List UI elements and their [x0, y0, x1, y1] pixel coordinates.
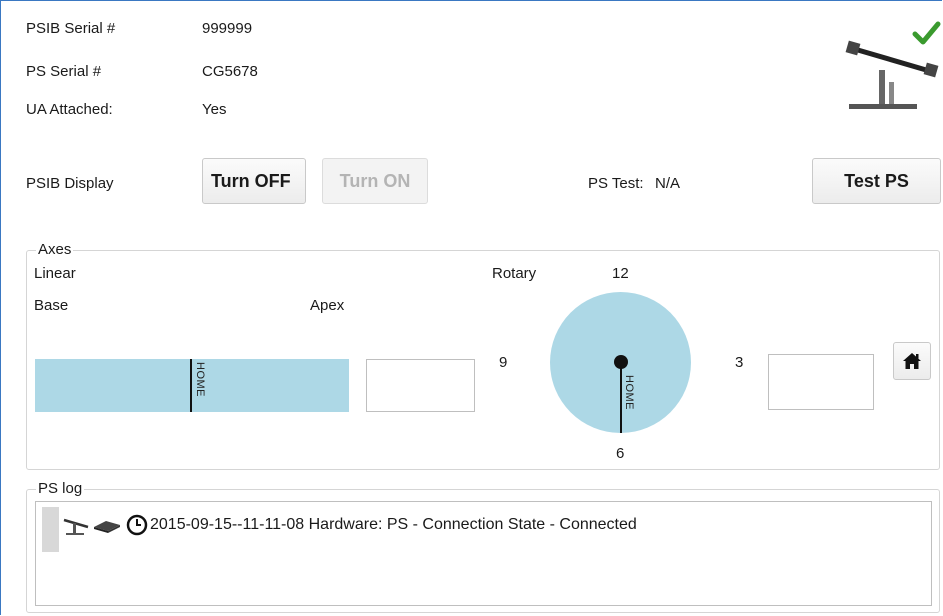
dial-6-label: 6 — [616, 445, 625, 462]
linear-axis-bar[interactable] — [35, 359, 349, 412]
rotary-position-input[interactable] — [768, 354, 874, 410]
linear-home-label: HOME — [194, 362, 206, 397]
dial-3-label: 3 — [735, 354, 744, 371]
ps-serial-label: PS Serial # — [26, 63, 102, 80]
psib-display-label: PSIB Display — [26, 175, 114, 192]
psib-serial-value: 999999 — [202, 20, 253, 37]
apex-label: Apex — [310, 297, 345, 314]
rotary-label: Rotary — [492, 265, 537, 282]
axes-legend: Axes — [36, 241, 74, 258]
psib-serial-label: PSIB Serial # — [26, 20, 116, 37]
linear-position-input[interactable] — [366, 359, 475, 412]
test-ps-button[interactable]: Test PS — [812, 158, 941, 204]
dial-12-label: 12 — [612, 265, 629, 282]
house-icon — [903, 353, 921, 369]
linear-label: Linear — [34, 265, 76, 282]
clock-icon — [126, 514, 148, 536]
list-item[interactable]: 2015-09-15--11-11-08 Hardware: PS - Conn… — [62, 514, 637, 536]
ua-attached-value: Yes — [202, 101, 227, 118]
rotary-dial[interactable] — [550, 292, 691, 433]
ps-test-value: N/A — [655, 175, 681, 192]
turn-on-button[interactable]: Turn ON — [322, 158, 428, 204]
base-label: Base — [34, 297, 69, 314]
ps-serial-value: CG5678 — [202, 63, 258, 80]
log-entry-text: 2015-09-15--11-11-08 Hardware: PS - Conn… — [150, 516, 637, 533]
dial-9-label: 9 — [499, 354, 508, 371]
log-scroll-thumb[interactable] — [42, 507, 59, 552]
ps-log-list[interactable]: 2015-09-15--11-11-08 Hardware: PS - Conn… — [35, 501, 932, 606]
linear-home-marker — [190, 359, 192, 412]
ps-test-label: PS Test: — [588, 175, 644, 192]
positioner-icon — [63, 518, 89, 535]
chip-icon — [94, 521, 120, 533]
ua-attached-label: UA Attached: — [26, 101, 113, 118]
home-button[interactable] — [893, 342, 931, 380]
positioner-check-icon — [843, 20, 941, 112]
ps-log-legend: PS log — [36, 480, 85, 497]
turn-off-button[interactable]: Turn OFF — [202, 158, 306, 204]
rotary-home-label: HOME — [623, 375, 635, 410]
